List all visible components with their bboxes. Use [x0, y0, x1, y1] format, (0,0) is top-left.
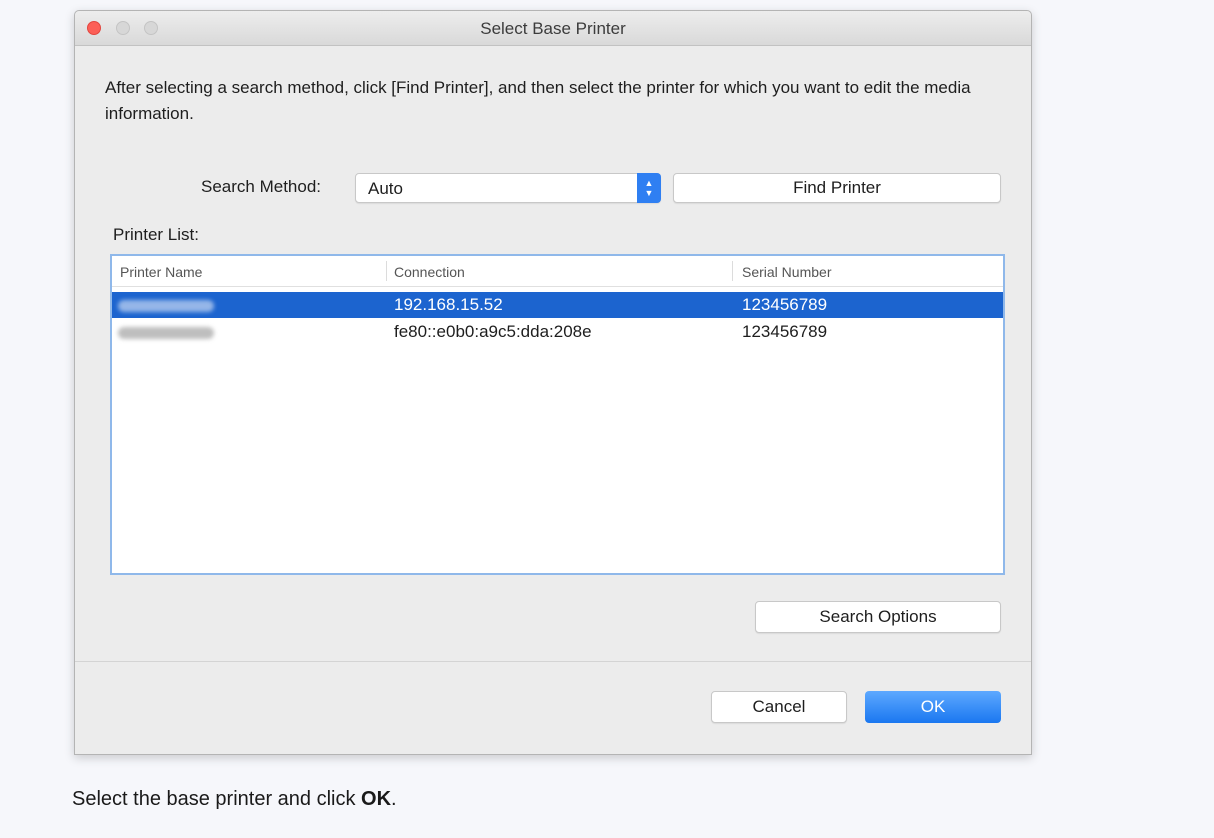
search-method-select[interactable]: Auto ▲ ▼ [355, 173, 661, 203]
printer-list-table[interactable]: Printer Name Connection Serial Number 19… [110, 254, 1005, 575]
column-header-serial-number[interactable]: Serial Number [742, 264, 831, 280]
ok-button[interactable]: OK [865, 691, 1001, 723]
chevron-up-down-icon: ▲ ▼ [637, 173, 661, 203]
column-divider[interactable] [732, 261, 733, 281]
window-title: Select Base Printer [480, 19, 626, 38]
column-divider[interactable] [386, 261, 387, 281]
instruction-caption: Select the base printer and click OK. [72, 788, 397, 811]
printer-list-label: Printer List: [113, 225, 199, 244]
connection-cell: 192.168.15.52 [394, 295, 503, 314]
caption-ok-emphasis: OK [361, 788, 392, 810]
printer-row-selected[interactable]: 192.168.15.52 123456789 [112, 292, 1003, 318]
printer-name-redacted [118, 300, 214, 312]
title-bar: Select Base Printer [75, 11, 1031, 46]
column-header-printer-name[interactable]: Printer Name [120, 264, 202, 280]
search-method-value: Auto [368, 179, 403, 198]
footer-divider [75, 661, 1031, 662]
instructions-text: After selecting a search method, click [… [105, 78, 971, 123]
search-options-button[interactable]: Search Options [755, 601, 1001, 633]
caption-text: Select the base printer and click [72, 788, 362, 810]
cancel-button[interactable]: Cancel [711, 691, 847, 723]
printer-list-header: Printer Name Connection Serial Number [112, 256, 1003, 287]
printer-name-redacted [118, 327, 214, 339]
find-printer-button[interactable]: Find Printer [673, 173, 1001, 203]
caption-period: . [391, 788, 397, 810]
printer-row[interactable]: fe80::e0b0:a9c5:dda:208e 123456789 [112, 319, 1003, 345]
serial-number-cell: 123456789 [742, 322, 828, 341]
select-base-printer-dialog: Select Base Printer After selecting a se… [74, 10, 1032, 755]
serial-number-cell: 123456789 [742, 295, 828, 314]
column-header-connection[interactable]: Connection [394, 264, 465, 280]
connection-cell: fe80::e0b0:a9c5:dda:208e [394, 322, 592, 341]
search-method-label: Search Method: [201, 177, 322, 196]
